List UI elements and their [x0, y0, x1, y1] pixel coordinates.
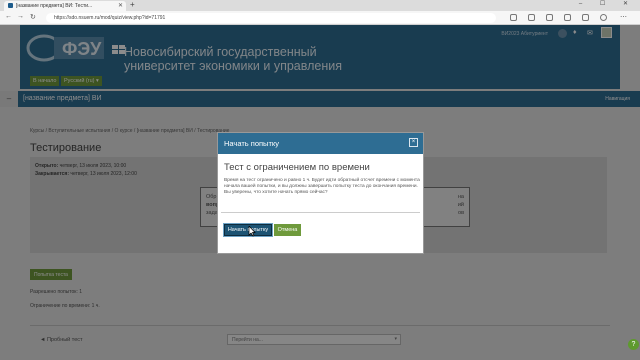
window-controls[interactable]: – ☐ ✕ — [579, 0, 636, 7]
new-tab-button[interactable]: + — [130, 0, 135, 9]
browser-tab-bar: [название предмета] ВИ: Тести... ✕ + – ☐… — [0, 0, 640, 11]
modal-divider — [221, 212, 420, 213]
tab-close-icon[interactable]: ✕ — [118, 2, 123, 9]
reading-icon[interactable] — [528, 14, 535, 21]
modal-subtitle: Тест с ограничением по времени — [224, 162, 370, 173]
cancel-button[interactable]: Отмена — [274, 224, 301, 236]
help-button[interactable]: ? — [628, 339, 639, 350]
more-icon[interactable]: ⋯ — [620, 13, 627, 21]
profile-icon[interactable] — [600, 14, 607, 21]
url-field[interactable]: https://sdo.nsuem.ru/mod/quiz/view.php?i… — [46, 13, 496, 23]
browser-tab[interactable]: [название предмета] ВИ: Тести... ✕ — [4, 1, 126, 11]
tab-title: [название предмета] ВИ: Тести... — [16, 3, 93, 9]
extensions-icon[interactable] — [582, 14, 589, 21]
reload-icon[interactable]: ↻ — [30, 13, 36, 21]
modal-title: Начать попытку — [224, 139, 279, 148]
favorites-icon[interactable] — [564, 14, 571, 21]
close-icon[interactable]: × — [409, 138, 418, 147]
modal-header: Начать попытку × — [218, 133, 423, 154]
collections-icon[interactable] — [546, 14, 553, 21]
bookmark-icon[interactable] — [510, 14, 517, 21]
forward-icon[interactable]: → — [17, 13, 24, 20]
address-bar-row: ← → ↻ https://sdo.nsuem.ru/mod/quiz/view… — [0, 11, 640, 25]
mouse-cursor-icon — [248, 226, 256, 237]
site-favicon-icon — [8, 3, 13, 8]
back-icon[interactable]: ← — [5, 13, 12, 20]
modal-message: Время на тест ограничено и равно 1 ч. Бу… — [224, 178, 420, 195]
